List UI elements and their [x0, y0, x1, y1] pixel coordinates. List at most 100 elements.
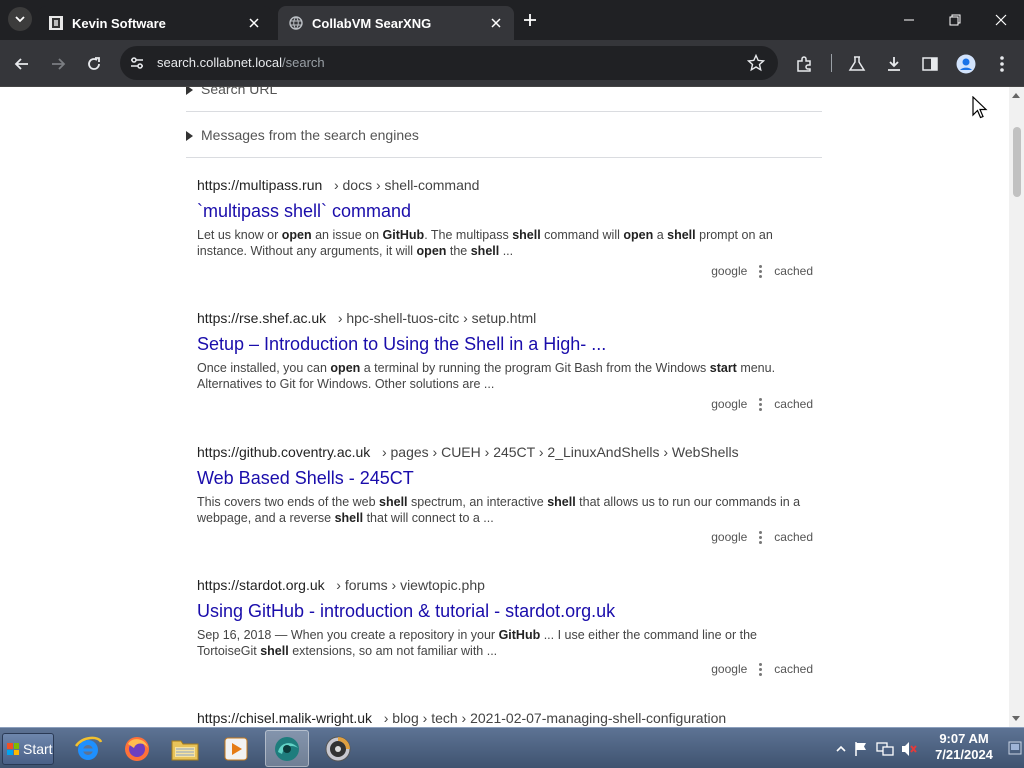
media-player-taskbar-button[interactable] [214, 730, 258, 767]
show-desktop-button[interactable] [1008, 736, 1022, 760]
result-meta: google cached [711, 530, 813, 544]
result-url[interactable]: https://multipass.run › docs › shell-com… [197, 177, 817, 193]
details-label: Search URL [201, 87, 278, 97]
more-options-icon[interactable] [759, 530, 763, 544]
disc-icon [325, 736, 351, 761]
firefox-taskbar-button[interactable] [115, 730, 159, 767]
globe-icon [288, 15, 304, 31]
engine-messages-details[interactable]: Messages from the search engines [186, 127, 822, 143]
cached-link[interactable]: cached [774, 662, 813, 676]
result-host: https://rse.shef.ac.uk [197, 310, 327, 326]
cached-link[interactable]: cached [774, 397, 813, 411]
show-hidden-icons-icon[interactable] [832, 740, 850, 758]
action-center-flag-icon[interactable] [852, 740, 870, 758]
puzzle-icon [797, 56, 811, 72]
divider [186, 111, 822, 112]
kebab-menu-icon [1000, 56, 1004, 72]
plus-icon [524, 14, 536, 26]
close-window-button[interactable] [978, 0, 1024, 40]
result-snippet: This covers two ends of the web shell sp… [197, 495, 801, 525]
tab-collabvm-searxng[interactable]: CollabVM SearXNG [278, 6, 514, 40]
result-breadcrumb: › blog › tech › 2021-02-07-managing-shel… [383, 710, 727, 726]
result-host: https://stardot.org.uk [197, 577, 325, 593]
file-explorer-taskbar-button[interactable] [163, 730, 207, 767]
clock-date: 7/21/2024 [935, 747, 993, 762]
more-options-icon[interactable] [759, 264, 763, 278]
extensions-button[interactable] [791, 51, 817, 77]
mouse-cursor-icon [972, 96, 988, 119]
folder-icon [171, 740, 199, 760]
result-url[interactable]: https://stardot.org.uk › forums › viewto… [197, 577, 817, 593]
url-host: search.collabnet.local [157, 55, 283, 70]
clock-time: 9:07 AM [939, 731, 989, 746]
scrollbar-thumb[interactable] [1013, 127, 1021, 197]
scroll-down-arrow-icon[interactable] [1012, 716, 1020, 721]
browser-taskbar-button[interactable] [265, 730, 309, 767]
profile-button[interactable] [953, 51, 979, 77]
disc-app-taskbar-button[interactable] [316, 730, 360, 767]
tab-strip: Kevin Software CollabVM SearXNG [0, 0, 1024, 40]
chevron-down-icon [15, 16, 25, 23]
cached-link[interactable]: cached [774, 530, 813, 544]
result-snippet: Once installed, you can open a terminal … [197, 361, 776, 391]
bookmark-star-icon[interactable] [746, 53, 766, 73]
reload-button[interactable] [81, 51, 107, 77]
toolbar-separator [831, 54, 832, 72]
restore-icon [949, 14, 961, 26]
start-button[interactable]: Start [2, 733, 54, 765]
result-host: https://github.coventry.ac.uk [197, 444, 371, 460]
firefox-icon [125, 736, 149, 761]
browser-menu-button[interactable] [989, 51, 1015, 77]
back-button[interactable] [9, 51, 35, 77]
result-title-link[interactable]: Web Based Shells - 245CT [197, 468, 817, 489]
engine-label: google [711, 662, 748, 676]
taskbar-clock[interactable]: 9:07 AM 7/21/2024 [928, 731, 1000, 763]
site-info-icon[interactable] [128, 54, 146, 72]
url-text: search.collabnet.local/search [157, 55, 325, 70]
result-item: https://stardot.org.uk › forums › viewto… [197, 577, 817, 676]
search-url-details[interactable]: Search URL [186, 87, 822, 97]
scroll-up-arrow-icon[interactable] [1012, 93, 1020, 98]
result-title-link[interactable]: `multipass shell` command [197, 201, 817, 222]
result-snippet: Sep 16, 2018 — When you create a reposit… [197, 628, 758, 658]
result-title-link[interactable]: Setup – Introduction to Using the Shell … [197, 334, 817, 355]
network-icon[interactable] [876, 740, 894, 758]
tab-kevin-software[interactable]: Kevin Software [38, 6, 272, 40]
cached-link[interactable]: cached [774, 264, 813, 278]
disclosure-triangle-icon [186, 131, 193, 142]
result-url[interactable]: https://rse.shef.ac.uk › hpc-shell-tuos-… [197, 310, 817, 326]
taskbar: Start 9:07 AM 7/21/2024 [0, 727, 1024, 768]
result-item: https://github.coventry.ac.uk › pages › … [197, 444, 817, 544]
minimize-button[interactable] [886, 0, 932, 40]
address-bar[interactable]: search.collabnet.local/search [120, 46, 778, 80]
result-title-link[interactable]: Using GitHub - introduction & tutorial -… [197, 601, 817, 622]
profile-avatar-icon [956, 54, 976, 74]
more-options-icon[interactable] [759, 397, 763, 411]
close-tab-icon[interactable] [486, 13, 506, 33]
result-url[interactable]: https://github.coventry.ac.uk › pages › … [197, 444, 817, 460]
tab-search-button[interactable] [8, 7, 32, 31]
side-panel-button[interactable] [917, 51, 943, 77]
vertical-scrollbar[interactable] [1009, 87, 1024, 727]
volume-muted-icon[interactable] [900, 740, 918, 758]
internet-explorer-taskbar-button[interactable] [66, 730, 110, 767]
result-item: https://chisel.malik-wright.uk › blog › … [197, 710, 817, 726]
engine-label: google [711, 397, 748, 411]
page-content: Search URL Messages from the search engi… [0, 87, 1024, 727]
result-meta: google cached [711, 662, 813, 676]
divider [186, 157, 822, 158]
downloads-button[interactable] [881, 51, 907, 77]
engine-label: google [711, 264, 748, 278]
show-desktop-icon [1008, 741, 1022, 755]
result-url[interactable]: https://chisel.malik-wright.uk › blog › … [197, 710, 817, 726]
new-tab-button[interactable] [518, 8, 542, 32]
labs-button[interactable] [844, 51, 870, 77]
forward-button[interactable] [45, 51, 71, 77]
arrow-left-icon [14, 58, 28, 70]
more-options-icon[interactable] [759, 662, 763, 676]
restore-button[interactable] [932, 0, 978, 40]
result-item: https://rse.shef.ac.uk › hpc-shell-tuos-… [197, 310, 817, 411]
tab-label: CollabVM SearXNG [312, 15, 432, 31]
tab-label: Kevin Software [72, 15, 166, 31]
close-tab-icon[interactable] [244, 13, 264, 33]
